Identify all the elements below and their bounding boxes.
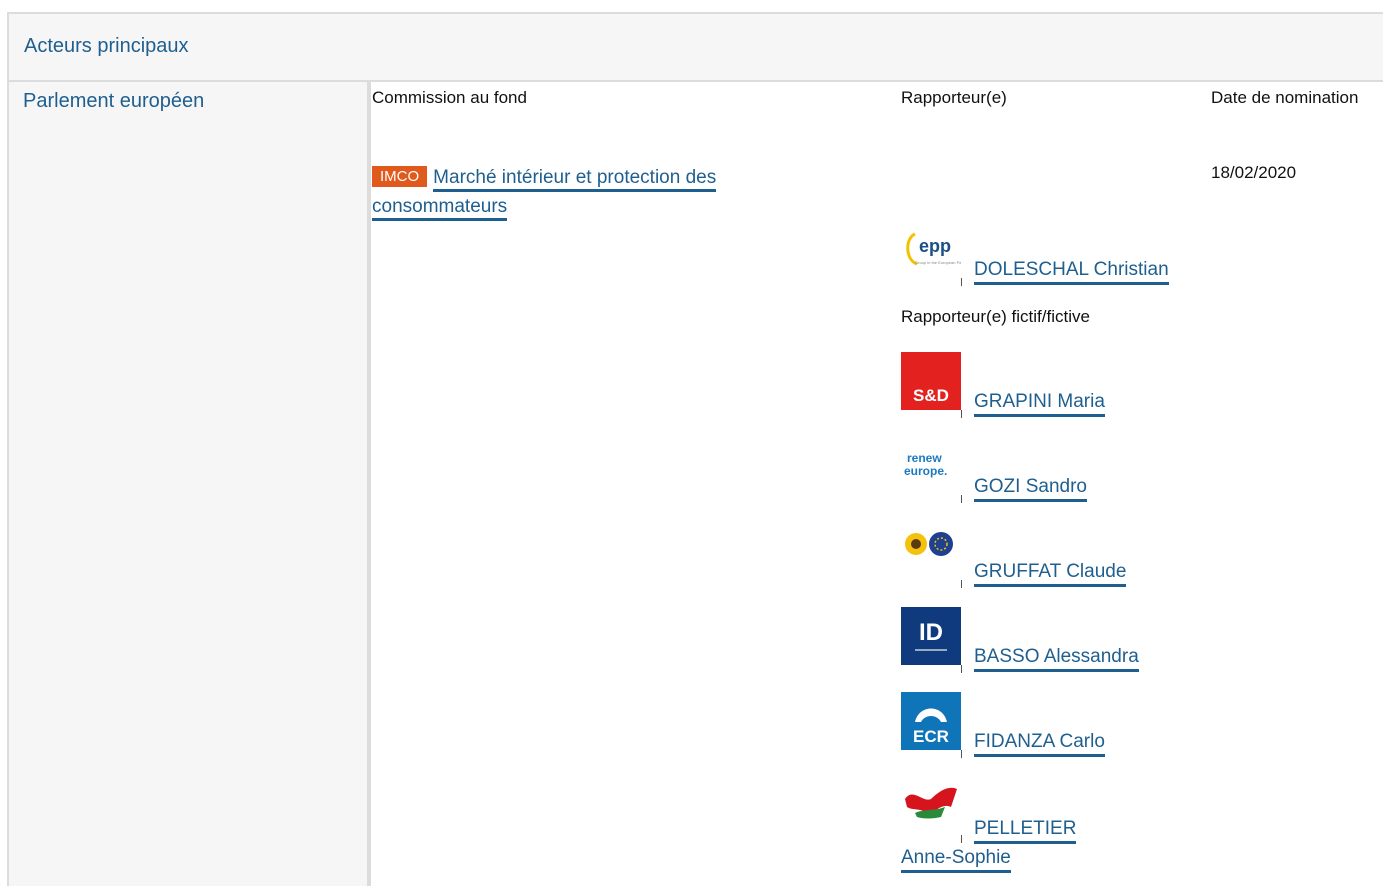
svg-text:europe.: europe.: [904, 464, 947, 478]
committee-column-header: Commission au fond: [372, 88, 527, 107]
institution-label: Parlement européen: [23, 90, 205, 112]
ecr-logo-icon: ECR: [901, 692, 961, 750]
rapporteur-column-header: Rapporteur(e): [901, 88, 1007, 107]
nomination-date: 18/02/2020: [1211, 163, 1297, 182]
rapporteur-name-link[interactable]: DOLESCHAL Christian: [974, 259, 1169, 285]
greens-efa-logo-icon: [901, 522, 961, 580]
epp-logo-icon: epp Group in the European Parliament: [901, 220, 961, 278]
committee-badge: IMCO: [372, 166, 428, 187]
the-left-logo-icon: [901, 777, 961, 835]
sd-logo-icon: S&D: [901, 352, 961, 410]
committee-entry: IMCO Marché intérieur et protection des c…: [372, 163, 792, 221]
section-title: Acteurs principaux: [24, 35, 189, 57]
svg-text:renew: renew: [907, 451, 942, 465]
shadow-rapporteur-link[interactable]: GOZI Sandro: [974, 476, 1087, 502]
date-column-header: Date de nomination: [1211, 88, 1359, 107]
renew-europe-logo-icon: renew europe.: [901, 437, 961, 495]
svg-text:S&D: S&D: [913, 386, 949, 405]
shadow-rapporteur-link[interactable]: GRUFFAT Claude: [974, 561, 1127, 587]
shadow-rapporteur-link-part2[interactable]: Anne-Sophie: [901, 847, 1011, 873]
page: Acteurs principaux Parlement européen Co…: [0, 0, 1383, 886]
shadow-rapporteur-link-part1[interactable]: PELLETIER: [974, 818, 1077, 844]
svg-text:ECR: ECR: [913, 727, 949, 746]
id-logo-icon: ID: [901, 607, 961, 665]
section-header: Acteurs principaux: [7, 12, 1383, 82]
svg-text:ID: ID: [919, 619, 943, 646]
shadow-rapporteur-link[interactable]: BASSO Alessandra: [974, 646, 1139, 672]
svg-text:Group in the European Parliame: Group in the European Parliament: [915, 260, 961, 265]
institution-column: Parlement européen: [7, 82, 371, 886]
svg-text:epp: epp: [919, 236, 951, 256]
shadow-rapporteurs-heading: Rapporteur(e) fictif/fictive: [901, 307, 1090, 326]
shadow-rapporteur-link[interactable]: GRAPINI Maria: [974, 391, 1105, 417]
shadow-rapporteur-link[interactable]: FIDANZA Carlo: [974, 731, 1105, 757]
